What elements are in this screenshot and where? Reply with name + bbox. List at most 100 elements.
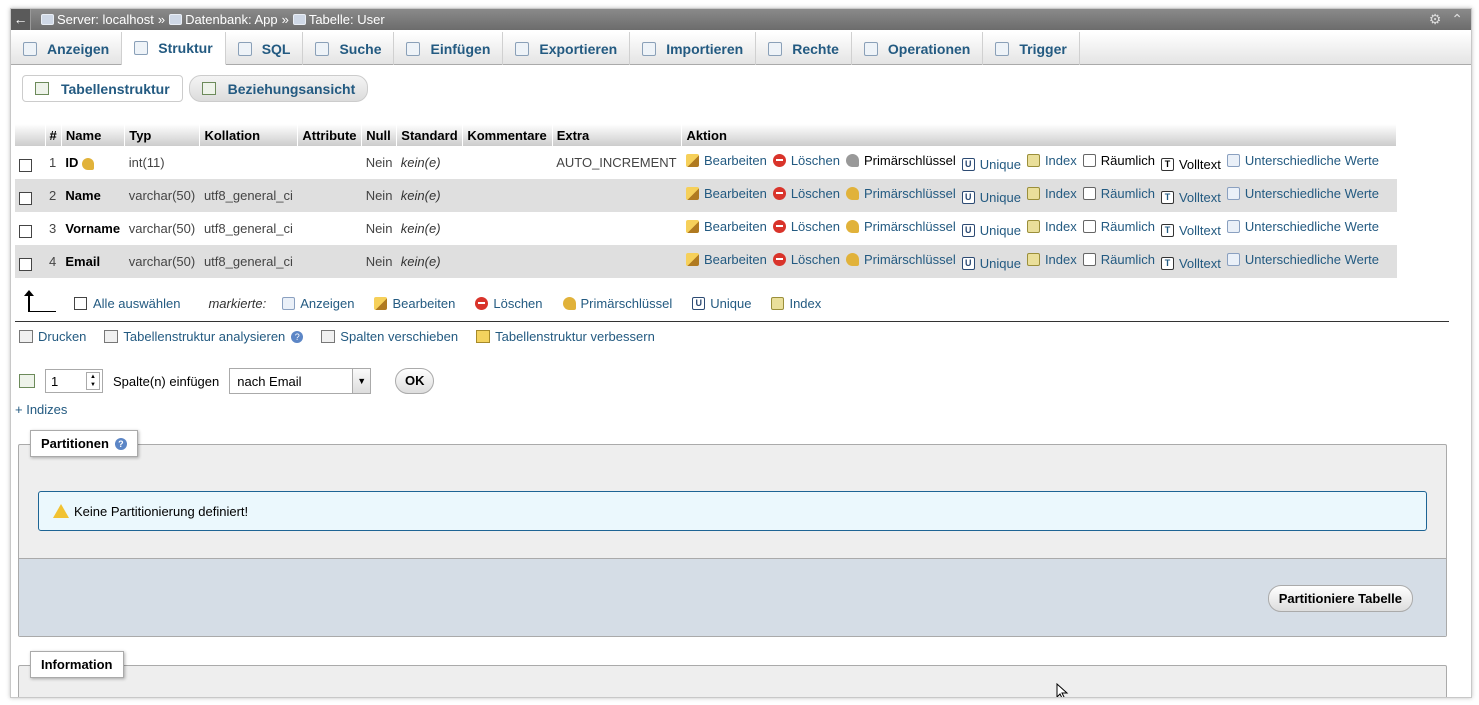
distinct-values-button[interactable]: Unterschiedliche Werte: [1226, 252, 1379, 267]
row-checkbox[interactable]: [19, 192, 32, 205]
ok-button[interactable]: OK: [395, 368, 435, 394]
subtab-table-structure[interactable]: Tabellenstruktur: [22, 75, 183, 102]
help-icon[interactable]: ?: [114, 437, 127, 450]
header-type[interactable]: Typ: [124, 124, 201, 146]
tab-operations[interactable]: Operationen: [852, 32, 984, 65]
fulltext-icon: T: [1160, 158, 1174, 171]
header-collation[interactable]: Kollation: [199, 124, 299, 146]
row-checkbox[interactable]: [19, 225, 32, 238]
tab-structure[interactable]: Struktur: [122, 32, 226, 65]
spatial-button[interactable]: Räumlich: [1082, 219, 1155, 234]
bulk-edit-button[interactable]: Bearbeiten: [374, 296, 455, 311]
index-button[interactable]: Index: [1026, 219, 1077, 234]
row-checkbox[interactable]: [19, 258, 32, 271]
collapse-icon[interactable]: ⌃: [1451, 9, 1463, 30]
edit-button[interactable]: Bearbeiten: [685, 219, 767, 234]
cell-null: Nein: [361, 179, 397, 212]
cell-name[interactable]: Name: [61, 179, 125, 212]
cell-default: kein(e): [396, 212, 463, 245]
tab-search[interactable]: Suche: [303, 32, 395, 65]
tab-privileges[interactable]: Rechte: [756, 32, 852, 65]
bulk-index-button[interactable]: Index: [771, 296, 821, 311]
pencil-icon: [685, 253, 699, 266]
header-comments[interactable]: Kommentare: [462, 124, 553, 146]
cell-num: 4: [45, 245, 62, 278]
table-row: 2 Name varchar(50) utf8_general_ci Nein kein(…: [15, 179, 1397, 212]
tab-insert[interactable]: Einfügen: [394, 32, 504, 65]
tab-sql[interactable]: SQL: [226, 32, 304, 65]
primary-key-button[interactable]: Primärschlüssel: [845, 186, 956, 201]
cell-collation: utf8_general_ci: [199, 212, 298, 245]
fulltext-button[interactable]: T Volltext: [1160, 223, 1221, 238]
cell-extra: [552, 245, 682, 278]
indexes-link[interactable]: + Indizes: [15, 402, 67, 417]
header-name[interactable]: Name: [61, 124, 126, 146]
spatial-button[interactable]: Räumlich: [1082, 186, 1155, 201]
edit-button[interactable]: Bearbeiten: [685, 153, 767, 168]
primary-key-button[interactable]: Primärschlüssel: [845, 252, 956, 267]
bulk-primary-button[interactable]: Primärschlüssel: [562, 296, 672, 311]
back-icon[interactable]: ←: [11, 9, 31, 30]
analyze-icon: [104, 330, 119, 343]
drop-button[interactable]: Löschen: [772, 153, 840, 168]
gear-icon[interactable]: ⚙: [1429, 9, 1442, 30]
fulltext-button[interactable]: T Volltext: [1160, 256, 1221, 271]
select-all-label[interactable]: Alle auswählen: [93, 296, 180, 311]
bulk-browse-button[interactable]: Anzeigen: [282, 296, 354, 311]
analyze-link[interactable]: Tabellenstruktur analysieren?: [104, 329, 304, 344]
print-link[interactable]: Drucken: [19, 329, 86, 344]
drop-button[interactable]: Löschen: [772, 219, 840, 234]
cell-name[interactable]: ID: [61, 146, 125, 179]
primary-key-button[interactable]: Primärschlüssel: [845, 219, 956, 234]
help-icon[interactable]: ?: [291, 330, 304, 343]
unique-button[interactable]: U Unique: [961, 157, 1021, 172]
header-extra[interactable]: Extra: [552, 124, 683, 146]
stepper-arrows-icon[interactable]: ▲ ▼: [86, 372, 100, 390]
import-icon: [642, 41, 657, 56]
breadcrumb-server[interactable]: Server: localhost: [41, 9, 154, 30]
header-attributes[interactable]: Attribute: [297, 124, 363, 146]
cell-name[interactable]: Vorname: [61, 212, 125, 245]
edit-button[interactable]: Bearbeiten: [685, 186, 767, 201]
fulltext-button[interactable]: T Volltext: [1160, 190, 1221, 205]
distinct-values-button[interactable]: Unterschiedliche Werte: [1226, 219, 1379, 234]
distinct-values-button[interactable]: Unterschiedliche Werte: [1226, 153, 1379, 168]
breadcrumb-database[interactable]: Datenbank: App: [169, 9, 278, 30]
warning-icon: [53, 504, 69, 518]
breadcrumb-table[interactable]: Tabelle: User: [292, 9, 385, 30]
header-num[interactable]: #: [45, 124, 62, 146]
cell-comments: [462, 146, 553, 179]
unique-button[interactable]: U Unique: [961, 190, 1021, 205]
drop-button[interactable]: Löschen: [772, 186, 840, 201]
index-button[interactable]: Index: [1026, 153, 1077, 168]
column-count-stepper[interactable]: 1 ▲ ▼: [45, 369, 103, 393]
drop-button[interactable]: Löschen: [772, 252, 840, 267]
cell-type: varchar(50): [124, 179, 200, 212]
tab-import[interactable]: Importieren: [630, 32, 757, 65]
tab-browse[interactable]: Anzeigen: [11, 32, 123, 65]
distinct-values-button[interactable]: Unterschiedliche Werte: [1226, 186, 1379, 201]
cell-type: int(11): [124, 146, 200, 179]
index-button[interactable]: Index: [1026, 252, 1077, 267]
subtab-relation-view[interactable]: Beziehungsansicht: [188, 75, 369, 102]
column-position-select[interactable]: nach Email ▼: [229, 368, 372, 394]
tab-triggers[interactable]: Trigger: [983, 32, 1080, 65]
bulk-unique-button[interactable]: U Unique: [692, 296, 751, 311]
spatial-button[interactable]: Räumlich: [1082, 252, 1155, 267]
cell-name[interactable]: Email: [61, 245, 125, 278]
header-default[interactable]: Standard: [396, 124, 464, 146]
row-checkbox[interactable]: [19, 159, 32, 172]
select-all-checkbox[interactable]: [74, 296, 87, 310]
edit-button[interactable]: Bearbeiten: [685, 252, 767, 267]
move-columns-link[interactable]: Spalten verschieben: [321, 329, 458, 344]
partition-table-button[interactable]: Partitioniere Tabelle: [1267, 585, 1413, 612]
cell-actions: Bearbeiten Löschen Primärschlüssel U Unique I…: [681, 245, 1397, 278]
key-icon: [562, 296, 576, 310]
unique-button[interactable]: U Unique: [961, 223, 1021, 238]
improve-structure-link[interactable]: Tabellenstruktur verbessern: [476, 329, 655, 344]
index-button[interactable]: Index: [1026, 186, 1077, 201]
header-null[interactable]: Null: [361, 124, 398, 146]
bulk-drop-button[interactable]: Löschen: [475, 296, 543, 311]
unique-button[interactable]: U Unique: [961, 256, 1021, 271]
tab-export[interactable]: Exportieren: [503, 32, 631, 65]
